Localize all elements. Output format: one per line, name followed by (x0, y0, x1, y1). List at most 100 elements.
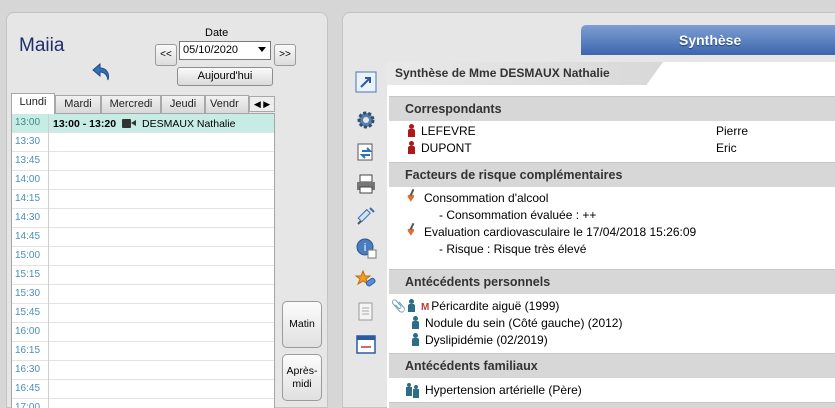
risk-factor-detail: - Consommation évaluée : ++ (439, 208, 597, 222)
appointment-patient: DESMAUX Nathalie (142, 117, 236, 130)
tab-vendredi[interactable]: Vendr (205, 95, 249, 113)
time-slot[interactable]: 15:15 (12, 266, 274, 285)
section-next (389, 402, 835, 408)
agenda-header: Maiia Date << 05/10/2020 >> Aujourd'hui (7, 13, 327, 91)
transfer-icon[interactable] (353, 139, 379, 165)
risk-factor-detail: - Risque : Risque très élevé (439, 242, 587, 256)
time-slot[interactable]: 14:00 (12, 171, 274, 190)
time-slot[interactable]: 14:45 (12, 228, 274, 247)
slot-time: 16:15 (12, 342, 49, 361)
slot-time: 14:00 (12, 171, 49, 190)
undo-icon[interactable] (89, 61, 115, 85)
section-correspondants[interactable]: Correspondants (389, 96, 835, 121)
tab-mardi[interactable]: Mardi (55, 95, 101, 113)
synthese-content: Synthèse de Mme DESMAUX Nathalie Corresp… (387, 62, 835, 408)
slot-time: 14:45 (12, 228, 49, 247)
patient-title-text: Synthèse de Mme DESMAUX Nathalie (395, 66, 610, 80)
info-clock-icon[interactable]: i (353, 235, 379, 261)
afternoon-button[interactable]: Après-midi (282, 354, 322, 401)
document-list-icon[interactable] (353, 299, 379, 325)
risk-factor-item[interactable]: Evaluation cardiovasculaire le 17/04/201… (407, 223, 696, 241)
section-facteurs-risque[interactable]: Facteurs de risque complémentaires (389, 162, 835, 187)
slot-time: 13:00 (12, 114, 49, 133)
appointment-time: 13:00 - 13:20 (53, 117, 117, 130)
time-slot[interactable]: 15:45 (12, 304, 274, 323)
slot-time: 13:30 (12, 133, 49, 152)
morning-button[interactable]: Matin (282, 301, 322, 348)
slot-time: 16:00 (12, 323, 49, 342)
paperclip-icon: 📎 (391, 299, 406, 313)
tab-scroll-arrows[interactable]: ◀ ▶ (249, 96, 275, 112)
time-slot[interactable]: 16:00 (12, 323, 274, 342)
calendar-icon[interactable] (353, 331, 379, 357)
family-icon (406, 383, 424, 398)
slot-time: 14:15 (12, 190, 49, 209)
printer-icon[interactable] (353, 171, 379, 197)
person-icon (407, 124, 416, 137)
time-slot[interactable]: 13:00 13:00 - 13:20 DESMAUX Nathalie (12, 114, 274, 133)
person-icon (411, 333, 420, 346)
app-name: Maiia (19, 35, 65, 56)
date-value: 05/10/2020 (183, 44, 239, 56)
tab-lundi[interactable]: Lundi (11, 93, 55, 114)
person-icon (411, 316, 420, 329)
heart-icon (407, 189, 420, 206)
correspondant-firstname: Eric (716, 141, 737, 155)
correspondant-row[interactable]: DUPONT (407, 140, 472, 157)
time-slot[interactable]: 15:30 (12, 285, 274, 304)
gear-icon[interactable] (353, 107, 379, 133)
slot-time: 17:00 (12, 399, 49, 408)
day-tabs: Lundi Mardi Mercredi Jeudi Vendr ◀ ▶ (11, 93, 275, 114)
agenda-panel: Maiia Date << 05/10/2020 >> Aujourd'hui … (6, 12, 328, 408)
time-slot[interactable]: 16:15 (12, 342, 274, 361)
slot-time: 16:45 (12, 380, 49, 399)
previous-date-button[interactable]: << (155, 44, 177, 66)
time-slot[interactable]: 16:45 (12, 380, 274, 399)
syringe-icon[interactable] (353, 203, 379, 229)
next-date-button[interactable]: >> (274, 44, 296, 66)
appointment[interactable]: 13:00 - 13:20 DESMAUX Nathalie (53, 114, 235, 133)
heart-icon (407, 223, 420, 240)
slot-time: 15:15 (12, 266, 49, 285)
section-antecedents-familiaux[interactable]: Antécédents familiaux (389, 353, 835, 378)
time-slot[interactable]: 14:15 (12, 190, 274, 209)
antecedent-item[interactable]: Dyslipidémie (02/2019) (411, 332, 548, 349)
chevron-down-icon (258, 47, 266, 52)
slot-time: 14:30 (12, 209, 49, 228)
patient-title: Synthèse de Mme DESMAUX Nathalie (387, 62, 663, 85)
person-icon (407, 299, 416, 312)
today-button[interactable]: Aujourd'hui (177, 67, 273, 86)
family-antecedent-item[interactable]: Hypertension artérielle (Père) (406, 382, 582, 399)
antecedent-item[interactable]: 📎 M Péricardite aiguë (1999) (391, 298, 559, 315)
tab-jeudi[interactable]: Jeudi (161, 95, 205, 113)
antecedent-item[interactable]: Nodule du sein (Côté gauche) (2012) (411, 315, 622, 332)
correspondant-name: LEFEVRE (421, 124, 476, 138)
time-slot[interactable]: 17:00 (12, 399, 274, 408)
tab-synthese[interactable]: Synthèse (581, 25, 835, 55)
correspondant-row[interactable]: LEFEVRE (407, 123, 476, 140)
slot-time: 15:45 (12, 304, 49, 323)
time-slot[interactable]: 15:00 (12, 247, 274, 266)
video-camera-icon (122, 119, 137, 128)
star-pill-icon[interactable] (353, 267, 379, 293)
expand-icon[interactable] (353, 69, 379, 95)
slot-time: 13:45 (12, 152, 49, 171)
slot-time: 16:30 (12, 361, 49, 380)
correspondant-firstname: Pierre (716, 124, 749, 138)
date-select[interactable]: 05/10/2020 (179, 41, 271, 60)
slot-time: 15:30 (12, 285, 49, 304)
date-label: Date (205, 27, 229, 39)
arrow-right-icon[interactable]: ▶ (263, 99, 270, 109)
schedule-grid: 13:00 13:00 - 13:20 DESMAUX Nathalie 13:… (11, 113, 275, 408)
risk-factor-item[interactable]: Consommation d'alcool (407, 189, 548, 207)
synthese-panel: Synthèse i Synthèse de Mme DESMAUX Natha… (342, 12, 835, 408)
svg-text:i: i (363, 241, 366, 254)
time-slot[interactable]: 16:30 (12, 361, 274, 380)
m-badge-icon: M (420, 302, 430, 313)
time-slot[interactable]: 14:30 (12, 209, 274, 228)
tab-mercredi[interactable]: Mercredi (101, 95, 161, 113)
section-antecedents-personnels[interactable]: Antécédents personnels (389, 269, 835, 294)
time-slot[interactable]: 13:45 (12, 152, 274, 171)
time-slot[interactable]: 13:30 (12, 133, 274, 152)
arrow-left-icon[interactable]: ◀ (254, 99, 261, 109)
